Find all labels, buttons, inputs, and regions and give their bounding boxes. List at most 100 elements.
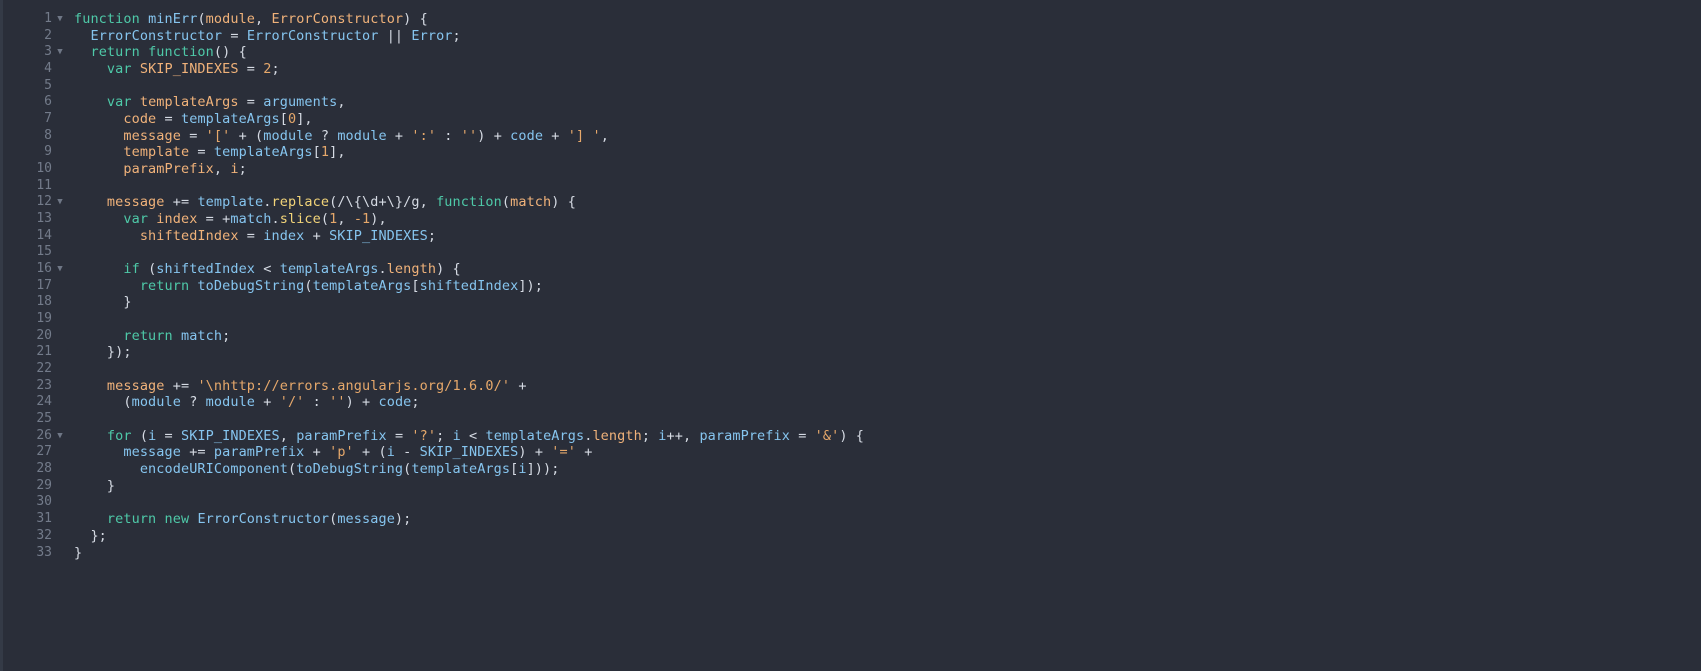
code-line[interactable]: 2 ErrorConstructor = ErrorConstructor ||… [0, 28, 1701, 45]
code-line-text[interactable] [68, 311, 1701, 328]
token-punctuation: }; [74, 527, 107, 544]
code-line-text[interactable]: message += '\nhttp://errors.angularjs.or… [68, 378, 1701, 395]
code-line-text[interactable]: return toDebugString(templateArgs[shifte… [68, 278, 1701, 295]
code-line-text[interactable]: message += paramPrefix + 'p' + (i - SKIP… [68, 444, 1701, 461]
code-line-text[interactable]: } [68, 545, 1701, 562]
code-line[interactable]: 17 return toDebugString(templateArgs[shi… [0, 278, 1701, 295]
code-content-area[interactable]: 1 ▼ function minErr(module, ErrorConstruct… [0, 0, 1701, 561]
fold-arrow-icon[interactable]: ▼ [52, 428, 68, 445]
code-line[interactable]: 8 message = '[' + (module ? module + ':'… [0, 128, 1701, 145]
code-line[interactable]: 22 [0, 361, 1701, 378]
code-line-text[interactable]: message = '[' + (module ? module + ':' :… [68, 128, 1701, 145]
code-line-text[interactable] [68, 361, 1701, 378]
token-punctuation: = [386, 427, 412, 444]
code-line-text[interactable]: shiftedIndex = index + SKIP_INDEXES; [68, 228, 1701, 245]
code-line-text[interactable]: (module ? module + '/' : '') + code; [68, 394, 1701, 411]
code-line-text[interactable]: for (i = SKIP_INDEXES, paramPrefix = '?'… [68, 428, 1701, 445]
code-line-text[interactable] [68, 78, 1701, 95]
code-line-text[interactable] [68, 494, 1701, 511]
code-line[interactable]: 11 [0, 178, 1701, 195]
code-line-text[interactable] [68, 178, 1701, 195]
token-punctuation: += [164, 377, 198, 394]
code-line-text[interactable] [68, 411, 1701, 428]
code-line[interactable]: 7 code = templateArgs[0], [0, 111, 1701, 128]
fold-arrow-icon[interactable]: ▼ [52, 194, 68, 211]
token-punctuation: } [74, 294, 132, 311]
code-line-text[interactable]: return match; [68, 328, 1701, 345]
code-line[interactable]: 32 }; [0, 528, 1701, 545]
code-line-text[interactable]: message += template.replace(/\{\d+\}/g, … [68, 194, 1701, 211]
token-string: '] ' [567, 127, 601, 144]
code-line[interactable]: 14 shiftedIndex = index + SKIP_INDEXES; [0, 228, 1701, 245]
code-line[interactable]: 18 } [0, 294, 1701, 311]
code-line-text[interactable]: var SKIP_INDEXES = 2; [68, 61, 1701, 78]
code-line[interactable]: 23 message += '\nhttp://errors.angularjs… [0, 378, 1701, 395]
token-keyword: function [436, 194, 502, 211]
code-line-text[interactable]: } [68, 294, 1701, 311]
token-punctuation: ) { [403, 11, 428, 27]
code-line[interactable]: 30 [0, 494, 1701, 511]
token-parameter: length [386, 261, 437, 278]
code-line-text[interactable] [68, 244, 1701, 261]
token-identifier: paramPrefix [699, 427, 790, 444]
code-line[interactable]: 26 ▼ for (i = SKIP_INDEXES, paramPrefix =… [0, 428, 1701, 445]
code-line-text[interactable]: function minErr(module, ErrorConstructor… [68, 11, 1701, 28]
code-line-text[interactable]: ErrorConstructor = ErrorConstructor || E… [68, 28, 1701, 45]
token-punctuation: ( [287, 461, 297, 478]
code-line[interactable]: 20 return match; [0, 328, 1701, 345]
token-number: 0 [287, 111, 297, 128]
code-line[interactable]: 1 ▼ function minErr(module, ErrorConstruct… [0, 11, 1701, 28]
token-punctuation: || [378, 27, 412, 44]
token-parameter: code [123, 111, 157, 128]
code-line-text[interactable]: code = templateArgs[0], [68, 111, 1701, 128]
code-line[interactable]: 13 var index = +match.slice(1, -1), [0, 211, 1701, 228]
fold-arrow-icon[interactable]: ▼ [52, 44, 68, 61]
code-line-text[interactable]: paramPrefix, i; [68, 161, 1701, 178]
token-number: 1 [320, 144, 330, 161]
token-number: -1 [353, 211, 371, 228]
code-line-text[interactable]: var index = +match.slice(1, -1), [68, 211, 1701, 228]
code-line-text[interactable]: return function() { [68, 44, 1701, 61]
code-line[interactable]: 9 template = templateArgs[1], [0, 144, 1701, 161]
code-line-text[interactable]: template = templateArgs[1], [68, 144, 1701, 161]
code-line-text[interactable]: if (shiftedIndex < templateArgs.length) … [68, 261, 1701, 278]
code-line-text[interactable]: return new ErrorConstructor(message); [68, 511, 1701, 528]
token-identifier: ErrorConstructor [197, 511, 330, 528]
code-editor[interactable]: 1 ▼ function minErr(module, ErrorConstruct… [0, 0, 1701, 671]
code-line[interactable]: 3 ▼ return function() { [0, 44, 1701, 61]
code-line[interactable]: 15 [0, 244, 1701, 261]
token-identifier: templateArgs [485, 427, 585, 444]
code-line[interactable]: 31 return new ErrorConstructor(message); [0, 511, 1701, 528]
code-line[interactable]: 24 (module ? module + '/' : '') + code; [0, 394, 1701, 411]
code-line-text[interactable]: encodeURIComponent(toDebugString(templat… [68, 461, 1701, 478]
token-punctuation: , [337, 94, 346, 111]
code-line-text[interactable]: } [68, 478, 1701, 495]
code-line-text[interactable]: var templateArgs = arguments, [68, 94, 1701, 111]
fold-arrow-icon[interactable]: ▼ [52, 261, 68, 278]
code-line[interactable]: 12 ▼ message += template.replace(/\{\d+\}… [0, 194, 1701, 211]
token-punctuation: + [575, 444, 593, 461]
code-line[interactable]: 33 } [0, 545, 1701, 562]
code-line[interactable]: 19 [0, 311, 1701, 328]
code-line[interactable]: 27 message += paramPrefix + 'p' + (i - S… [0, 444, 1701, 461]
code-line[interactable]: 6 var templateArgs = arguments, [0, 94, 1701, 111]
code-line-text[interactable]: }; [68, 528, 1701, 545]
token-punctuation: ? [312, 127, 338, 144]
line-number: 16 [36, 261, 52, 277]
code-line[interactable]: 4 var SKIP_INDEXES = 2; [0, 61, 1701, 78]
token-parameter: message [106, 194, 165, 211]
line-number: 28 [36, 461, 52, 477]
code-line[interactable]: 21 }); [0, 344, 1701, 361]
code-line[interactable]: 29 } [0, 478, 1701, 495]
code-line[interactable]: 16 ▼ if (shiftedIndex < templateArgs.leng… [0, 261, 1701, 278]
code-line[interactable]: 10 paramPrefix, i; [0, 161, 1701, 178]
code-line[interactable]: 25 [0, 411, 1701, 428]
code-line-text[interactable]: }); [68, 344, 1701, 361]
token-keyword: function [148, 44, 214, 61]
fold-arrow-icon[interactable]: ▼ [52, 11, 68, 28]
code-line[interactable]: 5 [0, 78, 1701, 95]
code-line[interactable]: 28 encodeURIComponent(toDebugString(temp… [0, 461, 1701, 478]
line-number: 26 [36, 427, 52, 443]
